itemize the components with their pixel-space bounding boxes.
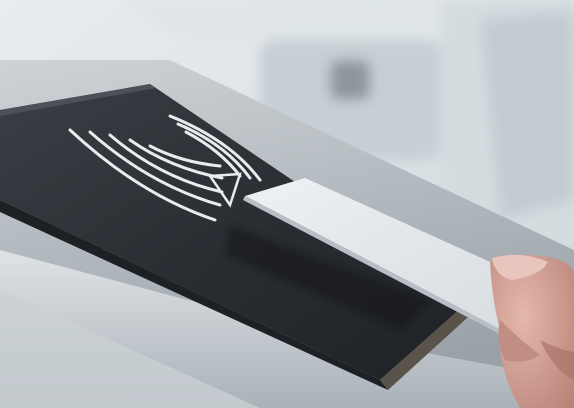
- scene-illustration: [0, 0, 574, 408]
- photo-scene: [0, 0, 574, 408]
